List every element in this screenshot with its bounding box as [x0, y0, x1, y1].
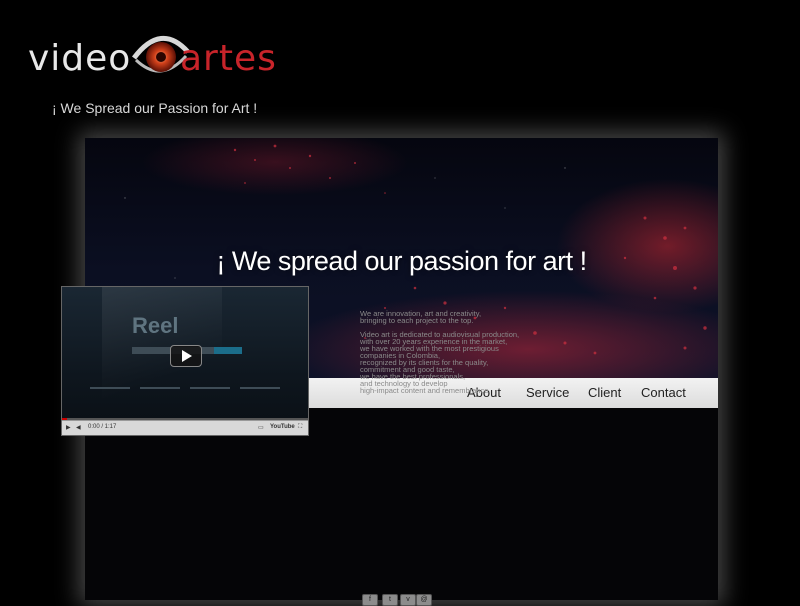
fullscreen-icon[interactable]: ⛶: [298, 424, 302, 431]
logo-text-artes: artes: [180, 38, 277, 79]
intro-paragraph: We are innovation, art and creativity, b…: [360, 310, 560, 325]
intro-line: bringing to each project to the top.: [360, 316, 474, 325]
play-small-icon[interactable]: ▶: [66, 424, 71, 431]
about-description: We are innovation, art and creativity, b…: [360, 310, 560, 401]
play-button[interactable]: [170, 345, 202, 367]
video-thumbnail-button: [214, 347, 242, 354]
twitter-icon[interactable]: t: [382, 594, 398, 606]
details-line: high-impact content and remembrance.: [360, 386, 491, 395]
cc-icon[interactable]: ▭: [258, 424, 264, 431]
video-title: Reel: [132, 313, 179, 338]
hero-headline: ¡ We spread our passion for art !: [216, 246, 587, 276]
video-controls: ▶ ◀ 0:00 / 1:17 ▭ YouTube ⛶: [62, 420, 308, 435]
logo-text-video: video: [28, 38, 132, 79]
video-player[interactable]: Reel ▶ ◀ 0:00 / 1:17 ▭ YouTube ⛶: [61, 286, 309, 436]
nav-item-client[interactable]: Client: [588, 385, 621, 400]
email-icon[interactable]: @: [416, 594, 432, 606]
volume-icon[interactable]: ◀: [76, 424, 81, 431]
video-thumbnail-columns: [90, 387, 290, 415]
video-time: 0:00 / 1:17: [88, 424, 117, 430]
tagline: ¡ We Spread our Passion for Art !: [52, 100, 258, 116]
youtube-logo[interactable]: YouTube: [270, 424, 295, 430]
details-paragraph: Video art is dedicated to audiovisual pr…: [360, 331, 560, 395]
site-logo[interactable]: video artes: [28, 26, 288, 86]
facebook-icon[interactable]: f: [362, 594, 378, 606]
nav-item-contact[interactable]: Contact: [641, 385, 686, 400]
vimeo-icon[interactable]: v: [400, 594, 416, 606]
